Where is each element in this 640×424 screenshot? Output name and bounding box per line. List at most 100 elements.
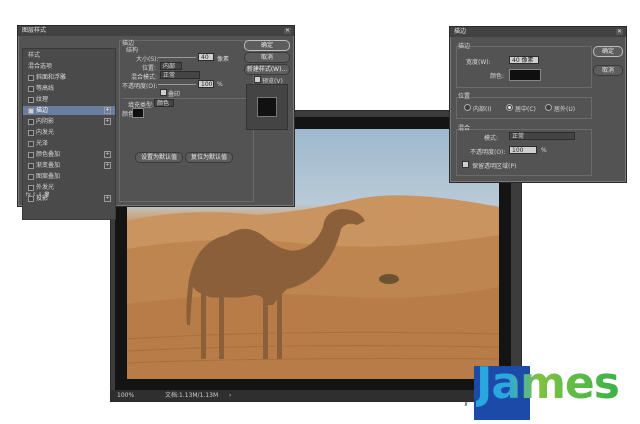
size-unit: 像素 xyxy=(217,56,230,63)
ok-button[interactable]: 确定 xyxy=(244,40,290,51)
style-checkbox[interactable] xyxy=(28,97,34,103)
position-section-title: 位置 xyxy=(458,93,471,100)
new-style-button[interactable]: 新建样式(W)... xyxy=(244,64,290,75)
mode-label: 模式: xyxy=(484,135,499,142)
blend-mode-select[interactable]: 正常 xyxy=(160,71,200,79)
style-list-item[interactable]: 光泽 xyxy=(23,139,115,148)
stroke-color-swatch[interactable] xyxy=(509,69,541,81)
stroke-dialog-title: 描边 xyxy=(450,27,626,37)
style-item-label: 光泽 xyxy=(36,140,49,147)
stroke-settings-panel xyxy=(119,40,254,202)
style-list-item[interactable]: 外发光 xyxy=(23,183,115,192)
inside-label: 内部(I) xyxy=(473,106,492,113)
dialog-title: 图层样式 xyxy=(18,26,294,36)
stroke-color-swatch[interactable] xyxy=(132,108,144,118)
center-label: 居中(C) xyxy=(515,106,536,113)
fx-toolbar-icons[interactable]: fx ⇧ ⇩ 🗑 xyxy=(26,192,50,198)
style-checkbox[interactable] xyxy=(28,86,34,92)
style-item-label: 内阴影 xyxy=(36,118,55,125)
position-label: 位置: xyxy=(142,65,157,72)
preview-checkbox[interactable] xyxy=(254,76,261,83)
style-checkbox[interactable] xyxy=(28,163,34,169)
watermark-arrow-icon: ⟫ xyxy=(464,399,468,407)
style-list-item[interactable]: 图案叠加 xyxy=(23,172,115,181)
set-default-button[interactable]: 设置为默认值 xyxy=(135,152,183,163)
opacity-input[interactable]: 100 xyxy=(198,80,214,88)
style-item-label: 内发光 xyxy=(36,129,55,136)
doc-size-info[interactable]: 文档:1.13M/1.13M xyxy=(165,390,218,401)
opacity-input[interactable]: 100 xyxy=(509,146,537,154)
style-item-label: 纹理 xyxy=(36,96,49,103)
mode-select[interactable]: 正常 xyxy=(509,132,575,140)
add-effect-icon[interactable]: + xyxy=(104,195,111,202)
position-select[interactable]: 内部 xyxy=(160,62,182,70)
opacity-unit: % xyxy=(541,147,547,154)
style-list-item[interactable]: 渐变叠加 + xyxy=(23,161,115,170)
style-list-item[interactable]: 混合选项 xyxy=(23,62,115,71)
opacity-label: 不透明度(O): xyxy=(122,83,158,90)
style-list-item[interactable]: 描边 + xyxy=(23,106,115,115)
add-effect-icon[interactable]: + xyxy=(104,118,111,125)
divider xyxy=(123,98,248,99)
style-item-label: 颜色叠加 xyxy=(36,151,61,158)
stroke-section-title: 描边 xyxy=(458,43,471,50)
james-logo: James xyxy=(474,358,636,420)
style-item-label: 等高线 xyxy=(36,85,55,92)
style-checkbox[interactable] xyxy=(28,174,34,180)
add-effect-icon[interactable]: + xyxy=(104,151,111,158)
width-input[interactable]: 40 像素 xyxy=(509,56,539,64)
style-checkbox[interactable] xyxy=(28,152,34,158)
style-list-item[interactable]: 内阴影 + xyxy=(23,117,115,126)
status-bar: 100% 文档:1.13M/1.13M › xyxy=(111,390,521,401)
style-checkbox[interactable] xyxy=(28,119,34,125)
cancel-button[interactable]: 取消 xyxy=(593,65,623,76)
style-list-item[interactable]: 等高线 xyxy=(23,84,115,93)
blend-section-title: 混合 xyxy=(458,125,471,132)
style-item-label: 外发光 xyxy=(36,184,55,191)
blend-mode-label: 混合模式: xyxy=(131,74,158,81)
style-checkbox[interactable] xyxy=(28,108,34,114)
radio-outside[interactable] xyxy=(545,104,552,111)
style-list-item[interactable]: 内发光 xyxy=(23,128,115,137)
style-item-label: 混合选项 xyxy=(28,63,53,70)
preserve-transparency-label: 保留透明区域(P) xyxy=(472,163,517,170)
close-icon[interactable]: ✕ xyxy=(284,28,291,34)
reset-default-button[interactable]: 复位为默认值 xyxy=(185,152,233,163)
style-checkbox[interactable] xyxy=(28,130,34,136)
logo-text: James xyxy=(476,358,620,409)
style-item-label: 样式 xyxy=(28,52,41,59)
cancel-button[interactable]: 取消 xyxy=(244,52,290,63)
preserve-transparency-checkbox[interactable] xyxy=(462,161,469,168)
opacity-slider[interactable] xyxy=(158,84,196,85)
close-icon[interactable]: ✕ xyxy=(616,29,623,35)
stroke-group xyxy=(456,46,592,88)
zoom-level[interactable]: 100% xyxy=(117,390,134,401)
style-item-label: 斜面和浮雕 xyxy=(36,74,67,81)
ok-button[interactable]: 确定 xyxy=(593,46,623,57)
style-checkbox[interactable] xyxy=(28,141,34,147)
status-arrow-icon[interactable]: › xyxy=(229,390,231,401)
style-list-item[interactable]: 纹理 xyxy=(23,95,115,104)
style-list-item[interactable]: 样式 xyxy=(23,51,115,60)
style-item-label: 描边 xyxy=(36,107,49,114)
overprint-checkbox[interactable] xyxy=(160,89,167,96)
add-effect-icon[interactable]: + xyxy=(104,162,111,169)
style-checkbox[interactable] xyxy=(28,185,34,191)
fill-type-select[interactable]: 颜色 xyxy=(154,99,174,107)
color-label: 颜色: xyxy=(490,73,505,80)
style-checkbox[interactable] xyxy=(28,75,34,81)
outside-label: 居外(U) xyxy=(554,106,576,113)
size-slider[interactable] xyxy=(158,57,196,58)
style-list-item[interactable]: 斜面和浮雕 xyxy=(23,73,115,82)
style-list-item[interactable]: 颜色叠加 + xyxy=(23,150,115,159)
opacity-unit: % xyxy=(217,81,223,88)
structure-label: 结构 xyxy=(126,47,139,54)
width-label: 宽度(W): xyxy=(466,59,491,66)
radio-inside[interactable] xyxy=(464,104,471,111)
radio-center[interactable] xyxy=(506,104,513,111)
layer-style-dialog: 图层样式 ✕ 样式混合选项斜面和浮雕等高线纹理描边 + 内阴影 + 内发光光泽颜色叠加 +… xyxy=(17,25,295,220)
overprint-label: 叠印 xyxy=(168,91,181,98)
add-effect-icon[interactable]: + xyxy=(104,107,111,114)
style-item-label: 渐变叠加 xyxy=(36,162,61,169)
size-input[interactable]: 40 xyxy=(198,53,214,61)
